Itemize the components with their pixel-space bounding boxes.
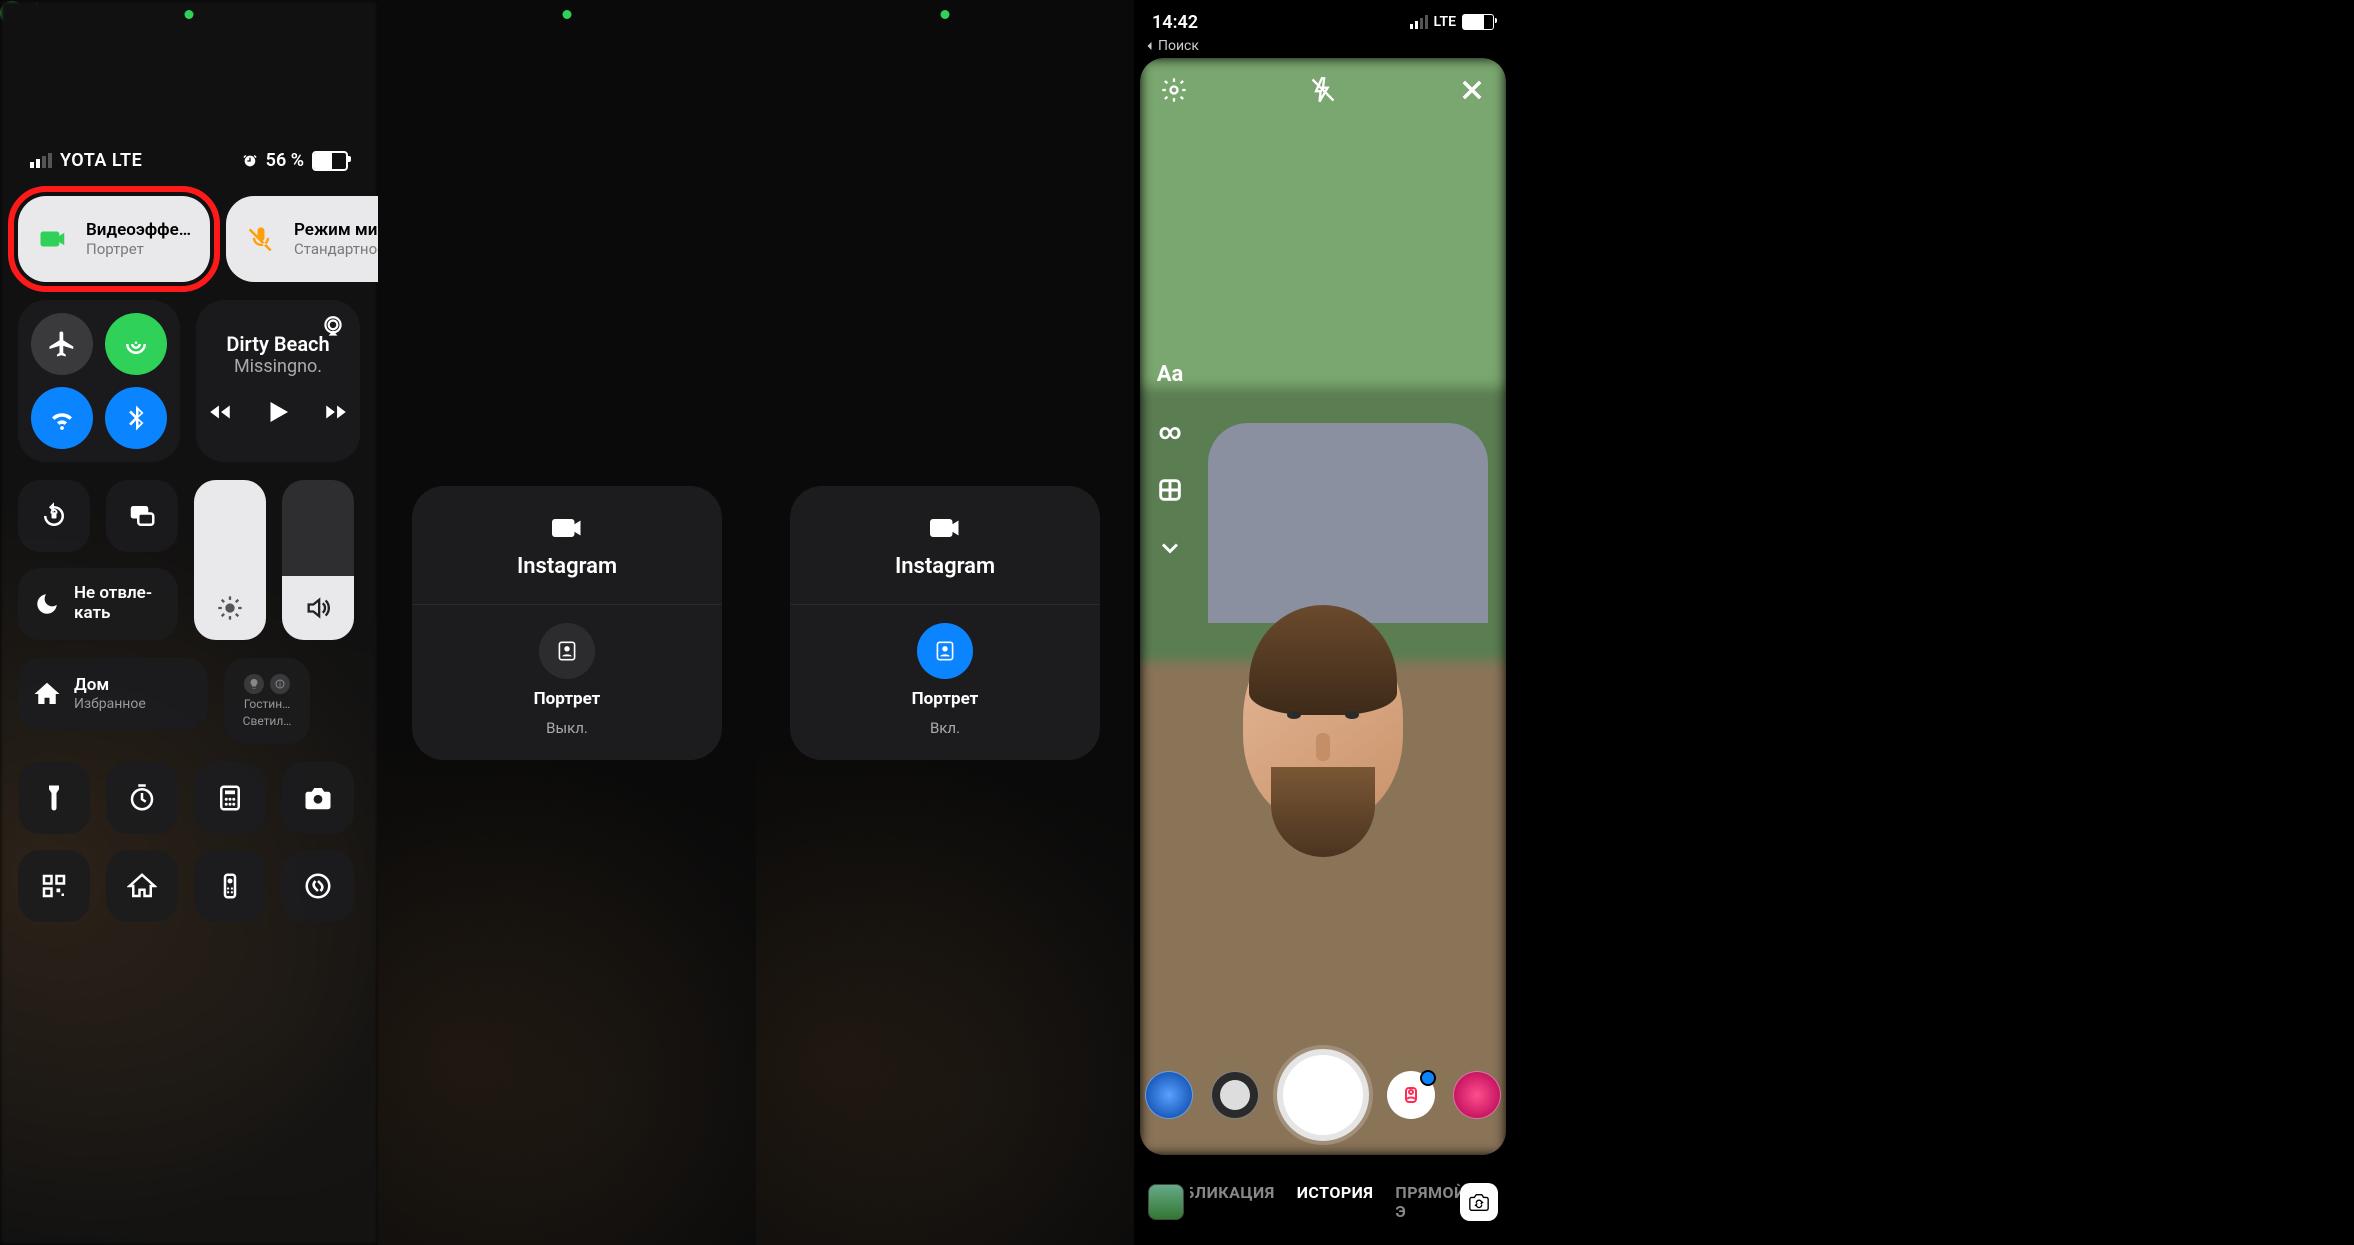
selfie-preview xyxy=(1208,431,1438,851)
brightness-icon xyxy=(216,594,244,622)
instagram-camera-screenshot: 14:42 LTE Поиск xyxy=(1134,0,1512,1245)
video-effects-button[interactable]: Видеоэффек… Портрет xyxy=(18,196,210,282)
dnd-line1: Не отвле- xyxy=(74,584,152,604)
effect-thumb-4[interactable] xyxy=(1453,1071,1501,1119)
apple-tv-remote-button[interactable] xyxy=(194,850,266,922)
play-button[interactable] xyxy=(263,397,293,431)
signal-bars-icon xyxy=(30,153,52,168)
effects-carousel[interactable] xyxy=(1140,1049,1506,1141)
gallery-button[interactable] xyxy=(1148,1184,1184,1220)
status-bar: 14:42 LTE xyxy=(1134,4,1512,40)
video-effects-app: Instagram xyxy=(895,554,995,579)
forward-button[interactable] xyxy=(323,399,349,429)
back-label: Поиск xyxy=(1158,38,1199,54)
home-button[interactable] xyxy=(106,850,178,922)
video-icon xyxy=(32,218,74,260)
volume-slider[interactable] xyxy=(282,480,354,640)
effect-thumb-3[interactable] xyxy=(1387,1071,1435,1119)
tab-live[interactable]: ПРЯМОЙ Э xyxy=(1395,1183,1460,1221)
battery-percent: 56 % xyxy=(266,150,304,171)
rewind-button[interactable] xyxy=(207,399,233,429)
flash-off-button[interactable] xyxy=(1307,74,1339,106)
effect-thumb-2[interactable] xyxy=(1211,1071,1259,1119)
shutter-button[interactable] xyxy=(1277,1049,1369,1141)
video-effects-on-screenshot: Instagram Портрет Вкл. xyxy=(756,0,1134,1245)
signal-bars-icon xyxy=(1410,15,1428,29)
camera-indicator-dot xyxy=(941,10,950,19)
back-to-search-button[interactable]: Поиск xyxy=(1144,38,1199,54)
camera-mode-tabs[interactable]: БЛИКАЦИЯ ИСТОРИЯ ПРЯМОЙ Э xyxy=(1190,1183,1460,1221)
status-bar: YOTA LTE 56 % xyxy=(0,150,378,171)
calculator-button[interactable] xyxy=(194,762,266,834)
airplane-mode-toggle[interactable] xyxy=(31,313,93,375)
video-effects-title: Видеоэффек… xyxy=(86,220,196,240)
layout-tool[interactable] xyxy=(1154,474,1186,506)
tab-post[interactable]: БЛИКАЦИЯ xyxy=(1190,1183,1275,1221)
portrait-toggle-off[interactable] xyxy=(539,623,595,679)
control-center-screenshot: Instagram YOTA LTE 56 % В xyxy=(0,0,378,1245)
video-effects-off-screenshot: Instagram Портрет Выкл. xyxy=(378,0,756,1245)
battery-icon xyxy=(312,151,348,171)
flashlight-button[interactable] xyxy=(18,762,90,834)
home-sub: Избранное xyxy=(74,696,146,712)
story-tools: Aa ∞ xyxy=(1154,358,1186,564)
cellular-data-toggle[interactable] xyxy=(105,313,167,375)
airplay-icon[interactable] xyxy=(320,314,346,344)
video-effects-sub: Портрет xyxy=(86,240,196,258)
video-icon xyxy=(927,510,963,546)
portrait-toggle-on[interactable] xyxy=(917,623,973,679)
effect-thumb-1[interactable] xyxy=(1145,1071,1193,1119)
camera-bottom-bar: БЛИКАЦИЯ ИСТОРИЯ ПРЯМОЙ Э xyxy=(1134,1159,1512,1245)
home-favorites-button[interactable]: Дом Избранное xyxy=(18,658,208,730)
boomerang-tool[interactable]: ∞ xyxy=(1154,416,1186,448)
portrait-label: Портрет xyxy=(534,689,601,709)
home-accessory-button[interactable]: Гостин… Светил… xyxy=(224,658,310,744)
more-tools-button[interactable] xyxy=(1154,532,1186,564)
shazam-button[interactable] xyxy=(282,850,354,922)
mic-muted-icon xyxy=(240,218,282,260)
carrier-label: YOTA LTE xyxy=(60,150,142,171)
qr-code-button[interactable] xyxy=(18,850,90,922)
network-label: LTE xyxy=(1434,14,1456,30)
video-effects-app: Instagram xyxy=(517,554,617,579)
media-artist: Missingno. xyxy=(234,356,322,377)
battery-icon xyxy=(1462,14,1494,30)
camera-viewport: Aa ∞ xyxy=(1140,58,1506,1155)
portrait-label: Портрет xyxy=(912,689,979,709)
text-tool[interactable]: Aa xyxy=(1154,358,1186,390)
wifi-toggle[interactable] xyxy=(31,387,93,449)
focus-dnd-button[interactable]: Не отвле- кать xyxy=(18,568,178,640)
time-label: 14:42 xyxy=(1152,12,1198,33)
screen-mirroring-button[interactable] xyxy=(106,480,178,552)
portrait-state-on: Вкл. xyxy=(930,719,960,737)
settings-button[interactable] xyxy=(1158,74,1190,106)
timer-button[interactable] xyxy=(106,762,178,834)
portrait-state-off: Выкл. xyxy=(546,719,588,737)
home-title: Дом xyxy=(74,676,146,696)
tab-story[interactable]: ИСТОРИЯ xyxy=(1297,1183,1374,1221)
video-icon xyxy=(549,510,585,546)
media-title: Dirty Beach xyxy=(226,332,329,356)
close-button[interactable] xyxy=(1456,74,1488,106)
bluetooth-toggle[interactable] xyxy=(105,387,167,449)
camera-button[interactable] xyxy=(282,762,354,834)
connectivity-group[interactable] xyxy=(18,300,180,462)
video-effects-panel: Instagram Портрет Вкл. xyxy=(790,486,1100,760)
dnd-line2: кать xyxy=(74,604,152,624)
now-playing-tile[interactable]: Dirty Beach Missingno. xyxy=(196,300,360,462)
info-icon xyxy=(270,674,290,694)
alarm-icon xyxy=(242,153,258,169)
flip-camera-button[interactable] xyxy=(1460,1183,1498,1221)
rotation-lock-button[interactable] xyxy=(18,480,90,552)
video-effects-panel: Instagram Портрет Выкл. xyxy=(412,486,722,760)
bulb-icon xyxy=(244,674,264,694)
accessory-line2: Светил… xyxy=(243,715,292,728)
accessory-line1: Гостин… xyxy=(244,698,290,711)
volume-icon xyxy=(304,594,332,622)
camera-indicator-dot xyxy=(563,10,572,19)
camera-indicator-dot xyxy=(185,10,194,19)
brightness-slider[interactable] xyxy=(194,480,266,640)
